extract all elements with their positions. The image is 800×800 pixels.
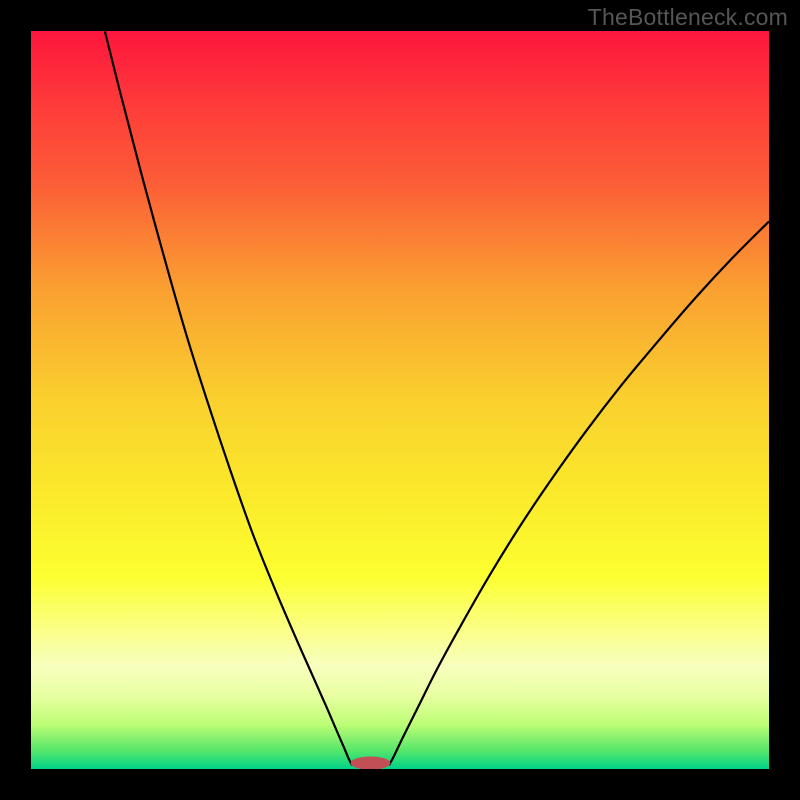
bottleneck-chart bbox=[31, 31, 769, 769]
chart-frame: TheBottleneck.com bbox=[0, 0, 800, 800]
gradient-background bbox=[31, 31, 769, 769]
plot-area bbox=[31, 31, 769, 769]
watermark-text: TheBottleneck.com bbox=[588, 4, 788, 31]
